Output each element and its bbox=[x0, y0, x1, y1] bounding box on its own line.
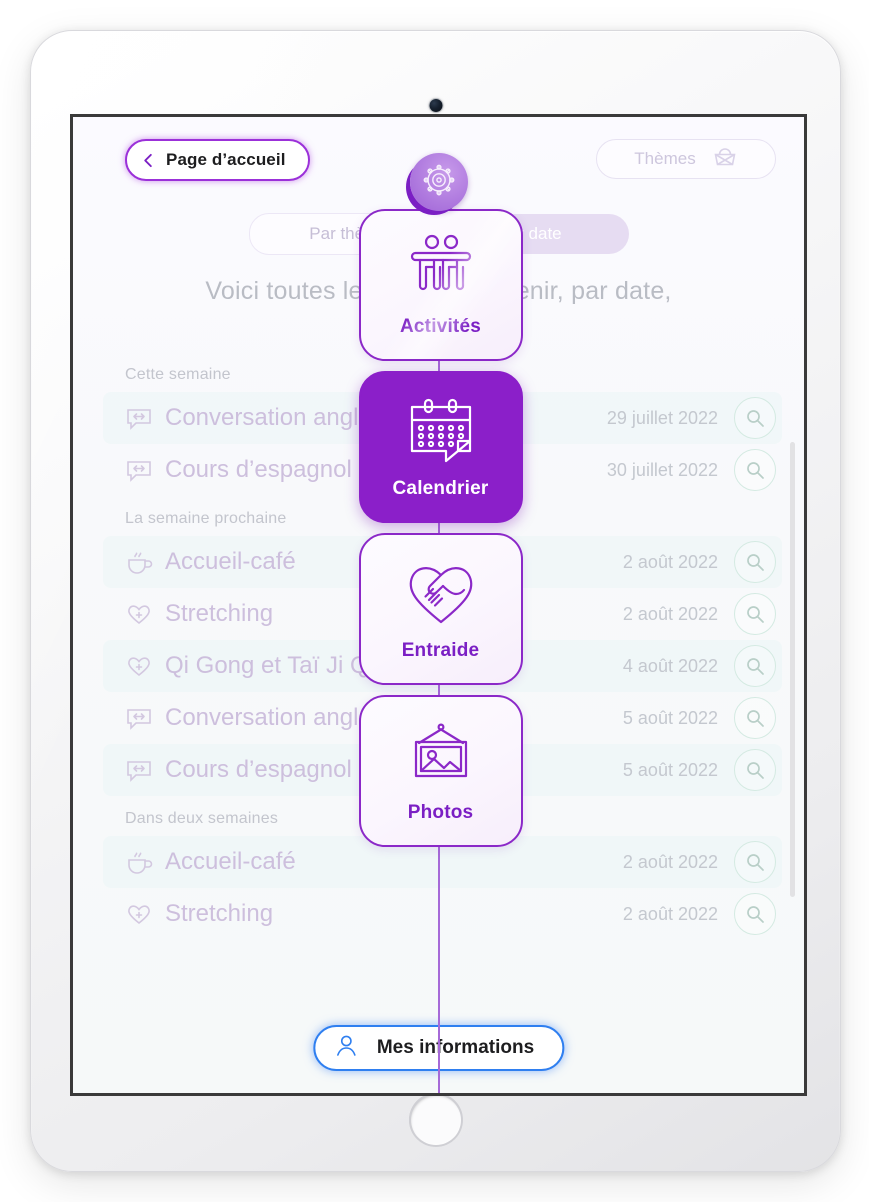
wheel-badge-button[interactable] bbox=[409, 153, 468, 211]
magnifier-icon[interactable] bbox=[734, 449, 776, 491]
magnifier-icon[interactable] bbox=[734, 645, 776, 687]
home-button[interactable] bbox=[408, 1093, 463, 1147]
menu-card-label: Calendrier bbox=[392, 478, 489, 499]
menu-card-label: Photos bbox=[407, 802, 474, 823]
back-home-label: Page d’accueil bbox=[166, 150, 286, 169]
speech-bubble-icon bbox=[121, 703, 157, 733]
heart-handshake-icon bbox=[403, 556, 479, 630]
activity-name: Cours d’espagnol bbox=[165, 456, 352, 483]
activity-date: 2 août 2022 bbox=[622, 903, 718, 924]
heart-plus-icon bbox=[121, 651, 157, 681]
activity-date: 2 août 2022 bbox=[622, 851, 718, 872]
magnifier-icon[interactable] bbox=[734, 893, 776, 935]
tablet-device-frame: Page d’accueil Thèmes Par thème Par date… bbox=[30, 30, 841, 1172]
magnifier-icon[interactable] bbox=[734, 749, 776, 791]
activity-date: 5 août 2022 bbox=[622, 707, 718, 728]
person-icon bbox=[333, 1033, 359, 1064]
heart-plus-icon bbox=[121, 599, 157, 629]
overlay-menu: Activités Calendrier Entraide Photos bbox=[358, 209, 523, 1093]
activity-date: 2 août 2022 bbox=[622, 603, 718, 624]
app-screen: Page d’accueil Thèmes Par thème Par date… bbox=[70, 114, 807, 1096]
speech-bubble-icon bbox=[121, 755, 157, 785]
calendar-icon bbox=[404, 394, 478, 468]
activity-date: 5 août 2022 bbox=[622, 759, 718, 780]
two-people-icon bbox=[404, 232, 478, 306]
magnifier-icon[interactable] bbox=[734, 397, 776, 439]
vertical-scrollbar[interactable] bbox=[790, 442, 795, 897]
activity-name: Accueil-café bbox=[165, 848, 296, 875]
activity-date: 4 août 2022 bbox=[622, 655, 718, 676]
ship-wheel-icon bbox=[420, 161, 458, 204]
coffee-cup-icon bbox=[121, 847, 157, 877]
themes-button[interactable]: Thèmes bbox=[596, 139, 776, 179]
menu-card-label: Entraide bbox=[401, 640, 480, 661]
top-bar: Page d’accueil Thèmes bbox=[73, 117, 804, 211]
magnifier-icon[interactable] bbox=[734, 593, 776, 635]
basket-icon bbox=[712, 144, 738, 175]
table-row[interactable]: Stretching 2 août 2022 bbox=[103, 888, 782, 940]
activity-name: Cours d’espagnol bbox=[165, 756, 352, 783]
magnifier-icon[interactable] bbox=[734, 541, 776, 583]
menu-card-photos[interactable]: Photos bbox=[358, 695, 523, 847]
themes-label: Thèmes bbox=[634, 149, 696, 168]
activity-name: Stretching bbox=[165, 600, 274, 627]
magnifier-icon[interactable] bbox=[734, 697, 776, 739]
activity-date: 2 août 2022 bbox=[622, 551, 718, 572]
menu-card-entraide[interactable]: Entraide bbox=[358, 533, 523, 685]
speech-bubble-icon bbox=[121, 403, 157, 433]
heart-plus-icon bbox=[121, 899, 157, 929]
activity-date: 30 juillet 2022 bbox=[606, 459, 718, 480]
activity-date: 29 juillet 2022 bbox=[606, 407, 718, 428]
chevron-left-icon bbox=[141, 153, 156, 168]
screenshot-root: Page d’accueil Thèmes Par thème Par date… bbox=[0, 0, 869, 1202]
front-camera bbox=[429, 99, 442, 112]
coffee-cup-icon bbox=[121, 547, 157, 577]
menu-card-activites[interactable]: Activités bbox=[358, 209, 523, 361]
magnifier-icon[interactable] bbox=[734, 841, 776, 883]
menu-card-label: Activités bbox=[399, 316, 481, 337]
activity-name: Accueil-café bbox=[165, 548, 296, 575]
speech-bubble-icon bbox=[121, 455, 157, 485]
back-home-button[interactable]: Page d’accueil bbox=[125, 139, 310, 181]
framed-picture-icon bbox=[404, 718, 478, 792]
activity-name: Stretching bbox=[165, 900, 274, 927]
my-info-label: Mes informations bbox=[376, 1037, 535, 1058]
menu-card-calendrier[interactable]: Calendrier bbox=[358, 371, 523, 523]
